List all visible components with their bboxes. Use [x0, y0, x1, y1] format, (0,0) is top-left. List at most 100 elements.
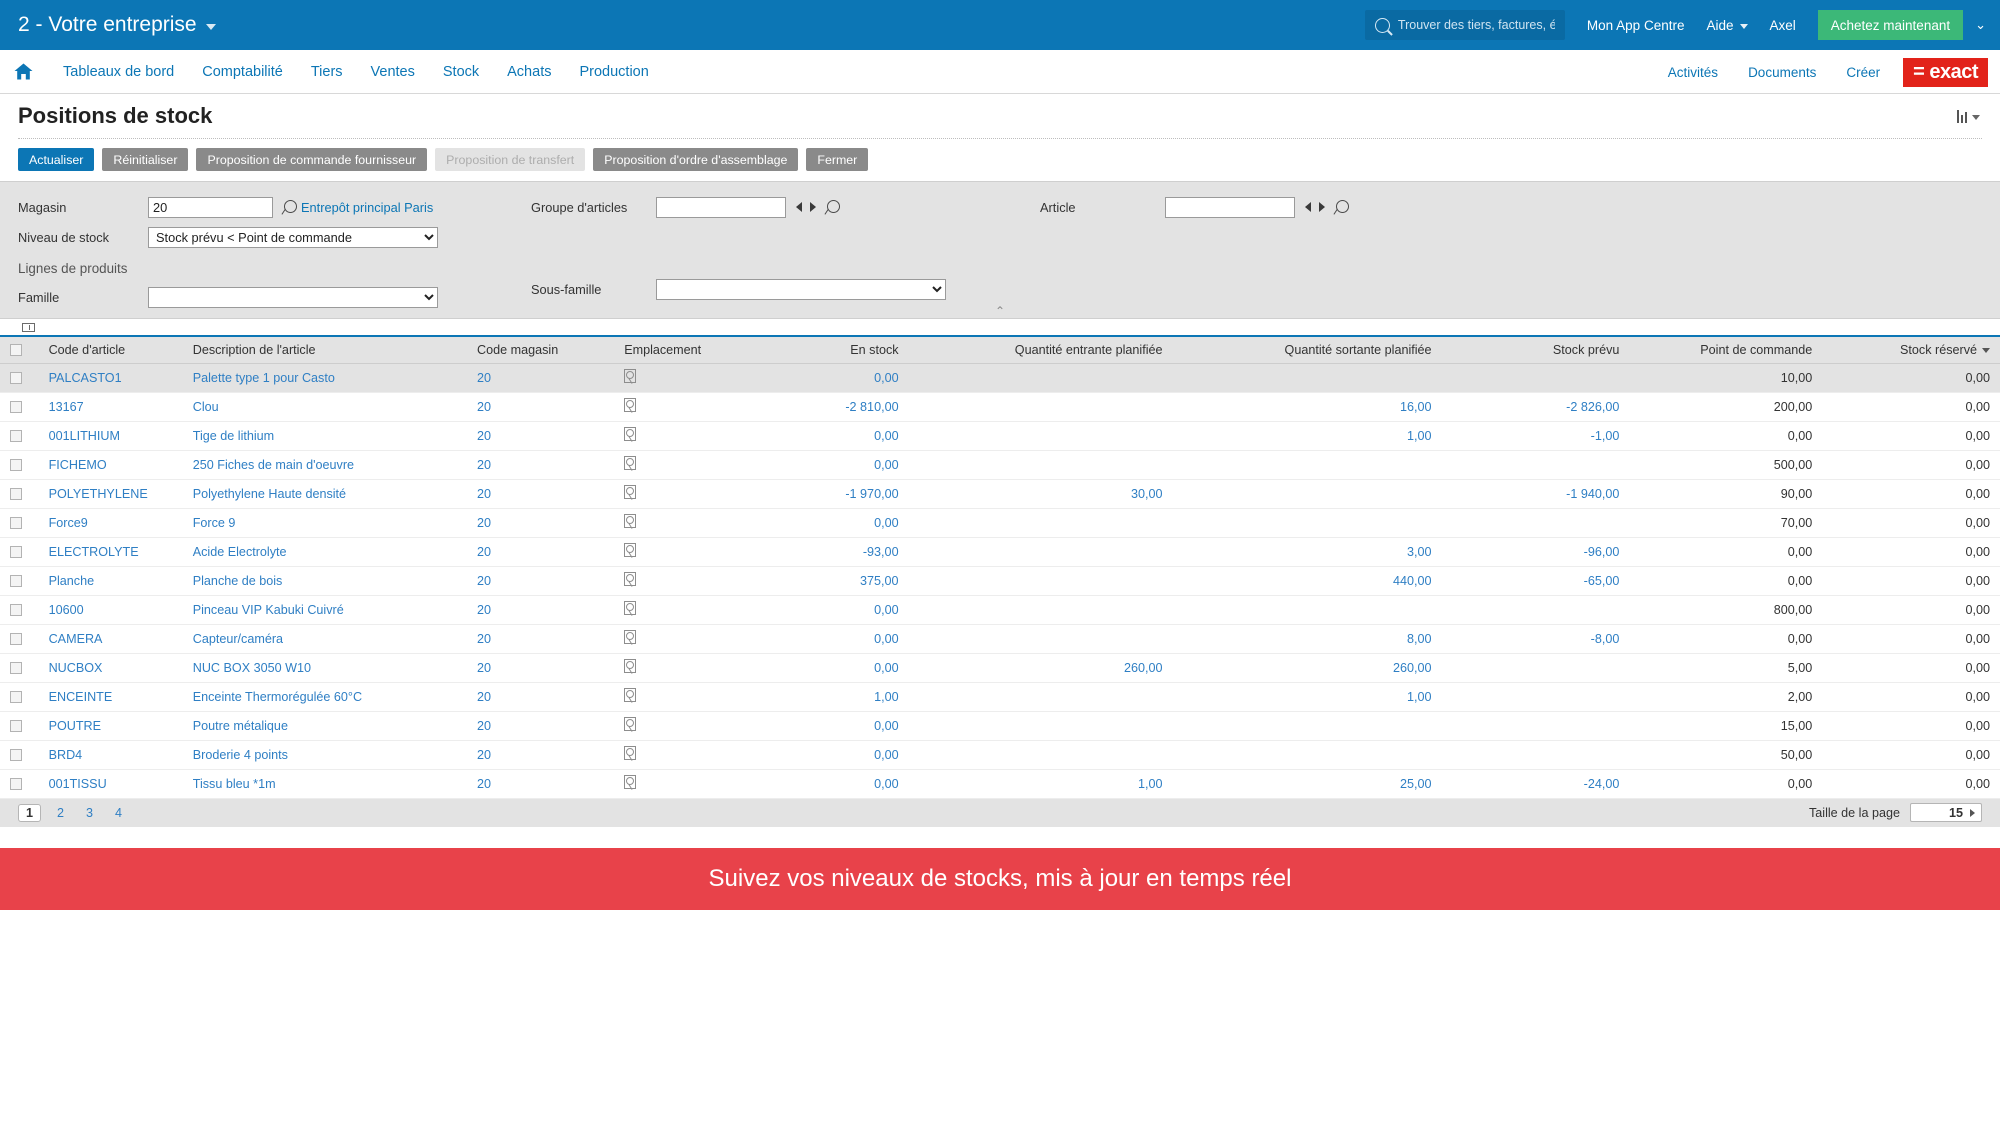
stock-level-select[interactable]: Stock prévu < Point de commande	[148, 226, 438, 248]
row-checkbox[interactable]	[10, 546, 22, 559]
row-checkbox[interactable]	[10, 459, 22, 472]
search-input-placeholder[interactable]: Trouver des tiers, factures, écr...	[1398, 18, 1555, 32]
table-row[interactable]: NUCBOX NUC BOX 3050 W10 20 0,00 260,00 260,00…	[0, 653, 2000, 683]
assembly-order-proposal-button[interactable]: Proposition d'ordre d'assemblage	[593, 148, 799, 171]
table-row[interactable]: 001LITHIUM Tige de lithium 20 0,00 1,00 -1,00…	[0, 421, 2000, 451]
item-group-lookup-icon[interactable]	[825, 199, 840, 215]
table-row[interactable]: 13167 Clou 20 -2 810,00 16,00 -2 826,00 200,00…	[0, 392, 2000, 422]
exact-logo[interactable]: = exact	[1903, 57, 1988, 87]
row-checkbox[interactable]	[10, 488, 22, 501]
nav-item-achats[interactable]: Achats	[493, 64, 565, 80]
table-row[interactable]: Force9 Force 9 20 0,00 70,00 0,00	[0, 508, 2000, 538]
col-header-code[interactable]: Code d'article	[38, 337, 183, 364]
table-row[interactable]: BRD4 Broderie 4 points 20 0,00 50,00 0,00	[0, 740, 2000, 770]
table-row[interactable]: PALCASTO1 Palette type 1 pour Casto 20 0,00…	[0, 363, 2000, 393]
nav-item-ventes[interactable]: Ventes	[357, 64, 429, 80]
page-button-4[interactable]: 4	[115, 806, 122, 820]
col-header-in-stock[interactable]: En stock	[746, 337, 909, 364]
row-checkbox[interactable]	[10, 633, 22, 646]
close-button[interactable]: Fermer	[806, 148, 869, 171]
article-lookup-icon[interactable]	[1334, 199, 1349, 215]
table-row[interactable]: POLYETHYLENE Polyethylene Haute densité 20…	[0, 479, 2000, 509]
row-checkbox[interactable]	[10, 691, 22, 704]
refresh-button[interactable]: Actualiser	[18, 148, 95, 171]
table-row[interactable]: CAMERA Capteur/caméra 20 0,00 8,00 -8,00 0,00 0…	[0, 624, 2000, 654]
location-lookup-icon[interactable]	[624, 427, 637, 441]
warehouse-input[interactable]	[148, 196, 273, 218]
nav-item-production[interactable]: Production	[565, 64, 662, 80]
location-lookup-icon[interactable]	[624, 543, 637, 557]
supplier-order-proposal-button[interactable]: Proposition de commande fournisseur	[196, 148, 428, 171]
user-menu[interactable]: Axel	[1770, 18, 1796, 33]
nav-item-activites[interactable]: Activités	[1653, 65, 1733, 80]
table-row[interactable]: ELECTROLYTE Acide Electrolyte 20 -93,00 3,00…	[0, 537, 2000, 567]
row-checkbox[interactable]	[10, 517, 22, 530]
location-lookup-icon[interactable]	[624, 572, 637, 586]
nav-item-tableaux-de-bord[interactable]: Tableaux de bord	[49, 64, 188, 80]
nav-item-tiers[interactable]: Tiers	[297, 64, 357, 80]
col-header-description[interactable]: Description de l'article	[182, 337, 467, 364]
subfamily-select[interactable]	[656, 278, 946, 300]
row-checkbox[interactable]	[10, 749, 22, 762]
home-icon[interactable]	[14, 63, 33, 80]
nav-item-comptabilite[interactable]: Comptabilité	[188, 64, 297, 80]
article-prev-icon[interactable]	[1305, 202, 1311, 212]
buy-now-button[interactable]: Achetez maintenant	[1817, 10, 1964, 40]
location-lookup-icon[interactable]	[624, 630, 637, 644]
app-centre-link[interactable]: Mon App Centre	[1587, 18, 1685, 33]
table-row[interactable]: 001TISSU Tissu bleu *1m 20 0,00 1,00 25,00 -24…	[0, 769, 2000, 799]
page-button-2[interactable]: 2	[57, 806, 64, 820]
page-size-selector[interactable]: 15	[1910, 803, 1982, 822]
table-row[interactable]: 10600 Pinceau VIP Kabuki Cuivré 20 0,00 800,…	[0, 595, 2000, 625]
global-search[interactable]: Trouver des tiers, factures, écr...	[1364, 10, 1565, 40]
reset-button[interactable]: Réinitialiser	[102, 148, 189, 171]
table-row[interactable]: Planche Planche de bois 20 375,00 440,00 -65,…	[0, 566, 2000, 596]
nav-item-creer[interactable]: Créer	[1831, 65, 1895, 80]
family-select[interactable]	[148, 286, 438, 308]
location-lookup-icon[interactable]	[624, 369, 637, 383]
pin-column-icon[interactable]	[22, 322, 35, 332]
location-lookup-icon[interactable]	[624, 775, 637, 789]
location-lookup-icon[interactable]	[624, 514, 637, 528]
col-header-planned-in[interactable]: Quantité entrante planifiée	[908, 337, 1173, 364]
page-button-3[interactable]: 3	[86, 806, 93, 820]
location-lookup-icon[interactable]	[624, 601, 637, 615]
table-row[interactable]: ENCEINTE Enceinte Thermorégulée 60°C 20 1,0…	[0, 682, 2000, 712]
warehouse-name-link[interactable]: Entrepôt principal Paris	[301, 200, 433, 215]
item-group-input[interactable]	[656, 196, 786, 218]
location-lookup-icon[interactable]	[624, 659, 637, 673]
collapse-filters-chevron-icon[interactable]: ⌃	[0, 305, 2000, 317]
col-header-reserved[interactable]: Stock réservé	[1822, 337, 2000, 364]
help-menu[interactable]: Aide	[1706, 18, 1748, 33]
item-group-prev-icon[interactable]	[796, 202, 802, 212]
row-checkbox[interactable]	[10, 604, 22, 617]
page-button-1[interactable]: 1	[18, 803, 42, 822]
location-lookup-icon[interactable]	[624, 688, 637, 702]
item-group-next-icon[interactable]	[810, 202, 816, 212]
location-lookup-icon[interactable]	[624, 717, 637, 731]
nav-item-documents[interactable]: Documents	[1733, 65, 1831, 80]
location-lookup-icon[interactable]	[624, 746, 637, 760]
more-menu-chevron-icon[interactable]: ⌄	[1975, 17, 1986, 33]
warehouse-lookup-icon[interactable]	[282, 199, 297, 215]
col-header-location[interactable]: Emplacement	[614, 337, 747, 364]
row-checkbox[interactable]	[10, 778, 22, 791]
col-header-forecast[interactable]: Stock prévu	[1441, 337, 1630, 364]
article-input[interactable]	[1165, 196, 1295, 218]
location-lookup-icon[interactable]	[624, 456, 637, 470]
nav-item-stock[interactable]: Stock	[429, 64, 493, 80]
location-lookup-icon[interactable]	[624, 485, 637, 499]
select-all-checkbox[interactable]	[10, 344, 22, 357]
article-next-icon[interactable]	[1319, 202, 1325, 212]
row-checkbox[interactable]	[10, 430, 22, 443]
table-row[interactable]: FICHEMO 250 Fiches de main d'oeuvre 20 0,00…	[0, 450, 2000, 480]
col-header-planned-out[interactable]: Quantité sortante planifiée	[1172, 337, 1442, 364]
table-row[interactable]: POUTRE Poutre métalique 20 0,00 15,00 0,00	[0, 711, 2000, 741]
grid-settings-button[interactable]	[1957, 109, 1980, 123]
row-checkbox[interactable]	[10, 575, 22, 588]
col-header-warehouse[interactable]: Code magasin	[466, 337, 615, 364]
company-switcher[interactable]: 2 - Votre entreprise	[18, 13, 216, 37]
row-checkbox[interactable]	[10, 662, 22, 675]
col-header-reorder-point[interactable]: Point de commande	[1629, 337, 1823, 364]
row-checkbox[interactable]	[10, 720, 22, 733]
